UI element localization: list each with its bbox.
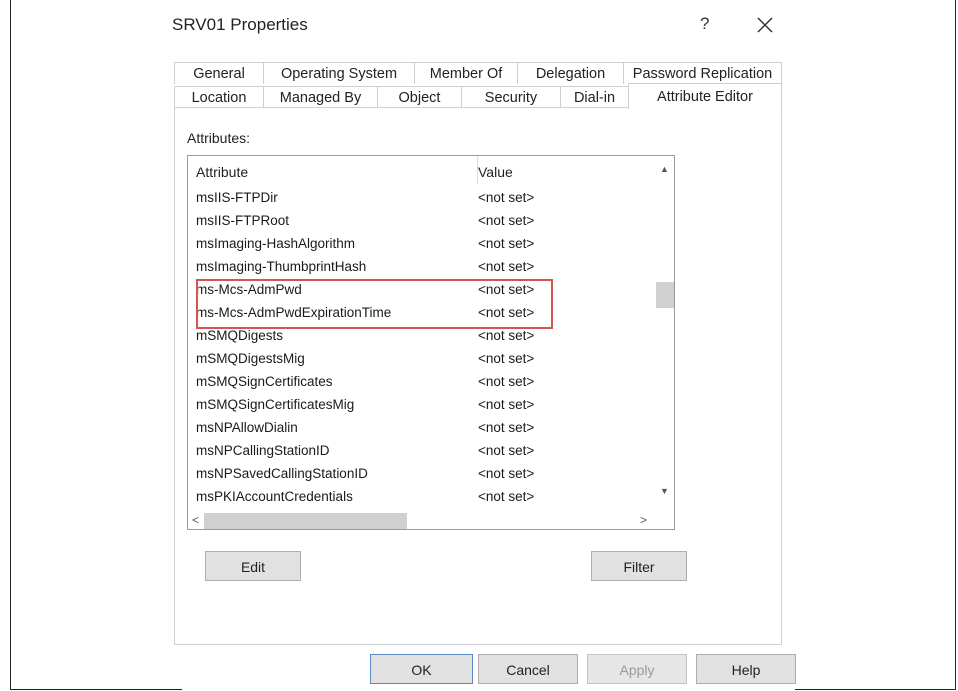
attribute-name: mSMQDigestsMig <box>196 351 305 366</box>
attribute-name: msNPCallingStationID <box>196 443 330 458</box>
tab-attribute-editor[interactable]: Attribute Editor <box>628 83 782 109</box>
tab-delegation[interactable]: Delegation <box>517 62 623 84</box>
scroll-up-icon[interactable]: ▲ <box>660 164 669 174</box>
attribute-name: msNPAllowDialin <box>196 420 298 435</box>
attribute-value: <not set> <box>478 466 535 481</box>
attribute-value: <not set> <box>478 190 535 205</box>
tab-operating-system[interactable]: Operating System <box>263 62 414 84</box>
scroll-right-icon[interactable]: > <box>640 513 647 527</box>
horizontal-scroll-thumb[interactable] <box>204 513 407 529</box>
table-row[interactable]: msNPAllowDialin <not set> <box>188 417 656 440</box>
tab-row-1: General Operating System Member Of Deleg… <box>174 62 782 85</box>
tab-dial-in[interactable]: Dial-in <box>560 86 628 108</box>
attribute-value: <not set> <box>478 282 535 297</box>
table-row[interactable]: msPKIAccountCredentials <not set> <box>188 486 656 509</box>
attribute-value: <not set> <box>478 305 535 320</box>
attribute-name: msImaging-ThumbprintHash <box>196 259 367 274</box>
tab-general[interactable]: General <box>174 62 263 84</box>
attribute-value: <not set> <box>478 443 535 458</box>
help-button[interactable]: Help <box>696 654 796 684</box>
attribute-name: msIIS-FTPRoot <box>196 213 290 228</box>
attribute-value: <not set> <box>478 397 535 412</box>
cancel-button[interactable]: Cancel <box>478 654 578 684</box>
tab-password-replication[interactable]: Password Replication <box>623 62 782 84</box>
attribute-name: msIIS-FTPDir <box>196 190 278 205</box>
attribute-value: <not set> <box>478 420 535 435</box>
horizontal-scrollbar[interactable]: < > <box>188 512 674 529</box>
filter-button[interactable]: Filter <box>591 551 687 581</box>
tab-object[interactable]: Object <box>377 86 461 108</box>
help-icon[interactable]: ? <box>700 14 709 34</box>
tab-row-2: Location Managed By Object Security Dial… <box>174 83 782 109</box>
attribute-value: <not set> <box>478 259 535 274</box>
table-row[interactable]: msNPSavedCallingStationID <not set> <box>188 463 656 486</box>
attribute-name: ms-Mcs-AdmPwd <box>196 282 302 297</box>
attributes-listbox[interactable]: Attribute Value msIIS-FTPDir <not set> ms… <box>187 155 675 530</box>
title-bar: SRV01 Properties ? <box>172 0 795 52</box>
table-row[interactable]: msIIS-FTPDir <not set> <box>188 187 656 210</box>
vertical-scrollbar[interactable]: ▲ ▼ <box>656 156 674 512</box>
tab-managed-by[interactable]: Managed By <box>263 86 377 108</box>
tab-member-of[interactable]: Member Of <box>414 62 517 84</box>
table-row[interactable]: mSMQDigestsMig <not set> <box>188 348 656 371</box>
table-row[interactable]: mSMQSignCertificates <not set> <box>188 371 656 394</box>
edit-button[interactable]: Edit <box>205 551 301 581</box>
properties-dialog: SRV01 Properties ? General Operating Sys… <box>172 0 796 691</box>
column-header-value[interactable]: Value <box>478 164 513 180</box>
column-header-attribute[interactable]: Attribute <box>196 164 248 180</box>
scroll-down-icon[interactable]: ▼ <box>660 486 669 496</box>
table-row[interactable]: msIIS-FTPRoot <not set> <box>188 210 656 233</box>
ok-button[interactable]: OK <box>370 654 473 684</box>
attribute-name: mSMQSignCertificatesMig <box>196 397 355 412</box>
attribute-name: mSMQSignCertificates <box>196 374 333 389</box>
window-title: SRV01 Properties <box>172 15 308 34</box>
attribute-name: ms-Mcs-AdmPwdExpirationTime <box>196 305 392 320</box>
attribute-name: msImaging-HashAlgorithm <box>196 236 356 251</box>
apply-button[interactable]: Apply <box>587 654 687 684</box>
attribute-value: <not set> <box>478 236 535 251</box>
attribute-editor-panel: Attributes: Attribute Value msIIS-FTPDir… <box>174 107 782 645</box>
table-row[interactable]: mSMQSignCertificatesMig <not set> <box>188 394 656 417</box>
attribute-value: <not set> <box>478 351 535 366</box>
vertical-scroll-thumb[interactable] <box>656 282 674 308</box>
table-row[interactable]: msImaging-ThumbprintHash <not set> <box>188 256 656 279</box>
attributes-label: Attributes: <box>187 130 251 146</box>
close-icon-glyph <box>757 17 773 33</box>
tab-location[interactable]: Location <box>174 86 263 108</box>
attribute-value: <not set> <box>478 213 535 228</box>
attribute-name: msPKIAccountCredentials <box>196 489 353 504</box>
attribute-value: <not set> <box>478 374 535 389</box>
table-row[interactable]: ms-Mcs-AdmPwd <not set> <box>188 279 656 302</box>
attribute-name: msNPSavedCallingStationID <box>196 466 368 481</box>
close-icon[interactable] <box>750 10 780 40</box>
table-row[interactable]: ms-Mcs-AdmPwdExpirationTime <not set> <box>188 302 656 325</box>
attribute-name: mSMQDigests <box>196 328 284 343</box>
attribute-value: <not set> <box>478 489 535 504</box>
scroll-left-icon[interactable]: < <box>192 513 199 527</box>
table-row[interactable]: msImaging-HashAlgorithm <not set> <box>188 233 656 256</box>
table-row[interactable]: msNPCallingStationID <not set> <box>188 440 656 463</box>
list-header: Attribute Value <box>188 156 656 186</box>
attribute-value: <not set> <box>478 328 535 343</box>
table-row[interactable]: mSMQDigests <not set> <box>188 325 656 348</box>
tab-security[interactable]: Security <box>461 86 560 108</box>
